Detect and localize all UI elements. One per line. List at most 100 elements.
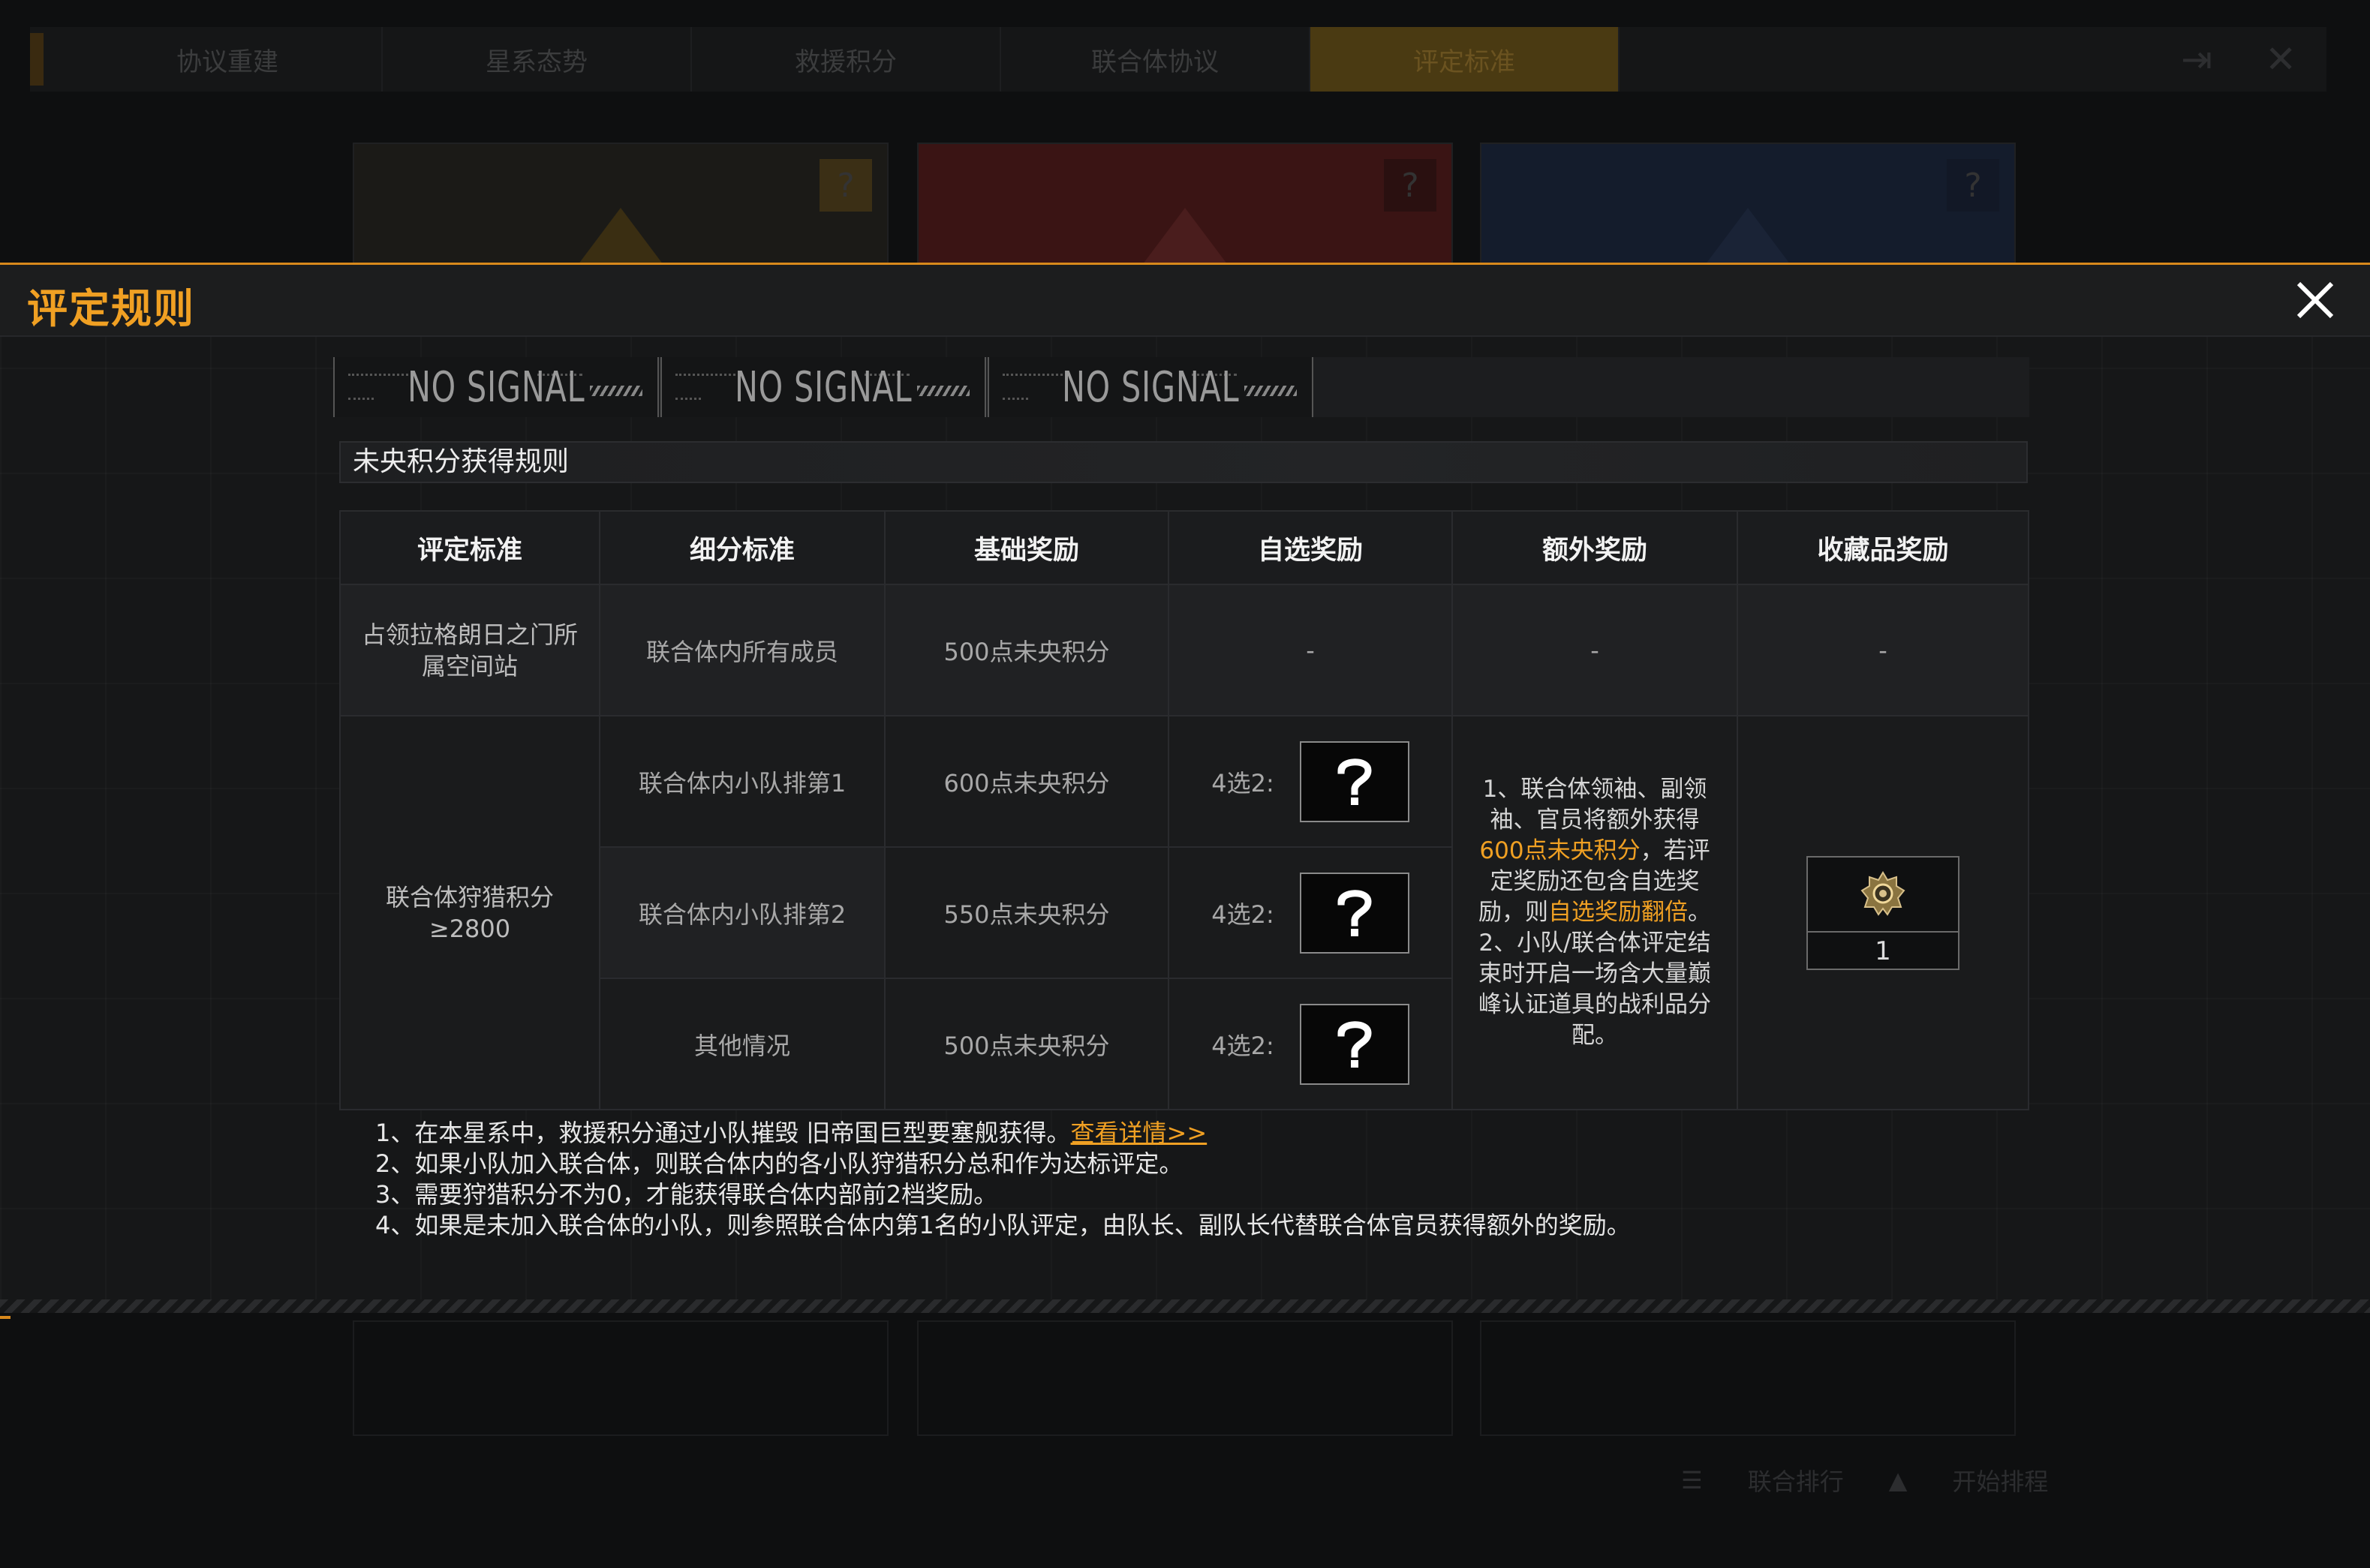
bg-card-2: ? [917,143,1453,269]
no-signal-label: NO SIGNAL [1061,362,1240,412]
extra-reward-text: 1、联合体领袖、副领袖、官员将额外获得600点未央积分，若评定奖励还包含自选奖励… [1453,774,1737,1051]
bg-close-icon: ✕ [2265,38,2296,81]
signal-decor [1003,398,1028,400]
base-reward-cell: 500点未央积分 [884,978,1169,1110]
question-mark-icon [1337,889,1372,936]
signal-stripes [917,386,970,396]
bg-card-emblem [576,208,666,268]
header-choice-reward: 自选奖励 [1168,510,1453,585]
video-slot-2: NO SIGNAL [660,357,986,417]
bg-bottom-item-1: 联合排行 [1747,1467,1844,1496]
bg-bottom-item-2: 开始排程 [1952,1467,2049,1496]
modal-bottom-accent [0,1316,11,1319]
extra-highlight: 600点未央积分 [1479,837,1641,864]
header-base-reward: 基础奖励 [884,510,1169,585]
choice-reward-cell: 4选2: [1168,715,1453,848]
signal-stripes [1244,386,1297,396]
no-signal-label: NO SIGNAL [407,362,585,412]
bg-tab-2: 星系态势 [383,27,692,92]
rules-notes: 1、在本星系中，救援积分通过小队摧毁 旧帝国巨型要塞舰获得。查看详情>> 2、如… [375,1118,1631,1241]
close-button[interactable] [2287,272,2343,328]
no-signal-label: NO SIGNAL [734,362,913,412]
signal-decor [348,374,408,379]
header-sub-criteria: 细分标准 [599,510,886,585]
sub-criteria-cell: 联合体内所有成员 [599,584,886,716]
criteria-cell: 占领拉格朗日之门所属空间站 [339,584,600,716]
extra-text-part: 。 [1688,899,1711,926]
table-header-row: 评定标准 细分标准 基础奖励 自选奖励 额外奖励 收藏品奖励 [339,510,2029,585]
exit-icon: ⇥ [2181,38,2213,81]
mystery-reward-slot[interactable] [1299,740,1409,822]
choice-label: 4选2: [1211,768,1274,798]
modal-bottom-border [0,1299,2370,1313]
close-icon [2296,281,2334,319]
bg-tab-5: 评定标准 [1310,27,1620,92]
warning-icon: ▲ [1888,1466,1908,1494]
sub-criteria-cell: 联合体内小队排第1 [599,715,886,848]
bg-tab-3: 救援积分 [692,27,1001,92]
note-line: 1、在本星系中，救援积分通过小队摧毁 旧帝国巨型要塞舰获得。查看详情>> [375,1118,1631,1149]
extra-reward-cell: 1、联合体领袖、副领袖、官员将额外获得600点未央积分，若评定奖励还包含自选奖励… [1451,715,1738,1110]
note-text: 1、在本星系中，救援积分通过小队摧毁 旧帝国巨型要塞舰获得。 [375,1119,1071,1147]
signal-decor [675,374,735,379]
bg-card-help-icon: ? [1947,159,1999,212]
extra-text-part: 1、联合体领袖、副领袖、官员将额外获得 [1482,776,1707,834]
bg-card-emblem [1140,208,1230,268]
section-title: 未央积分获得规则 [339,441,2028,483]
signal-decor [1003,374,1063,379]
extra-reward-cell: - [1451,584,1738,716]
mystery-reward-slot[interactable] [1299,872,1409,954]
bg-lower-card-1 [353,1320,889,1436]
sub-criteria-cell: 联合体内小队排第2 [599,846,886,979]
view-details-link[interactable]: 查看详情>> [1071,1119,1208,1147]
bg-tab-1: 协议重建 [74,27,383,92]
header-criteria: 评定标准 [339,510,600,585]
medal-icon [1860,870,1905,916]
collectible-item-slot[interactable]: 1 [1806,855,1959,970]
signal-stripes [590,386,642,396]
note-line: 2、如果小队加入联合体，则联合体内的各小队狩猎积分总和作为达标评定。 [375,1149,1183,1178]
bg-lower-card-2 [917,1320,1453,1436]
extra-highlight: 自选奖励翻倍 [1548,899,1688,926]
rules-modal: 评定规则 NO SIGNAL NO SIGNAL NO SIGNAL 未央积分获… [0,263,2370,1319]
modal-header: 评定规则 [0,265,2370,337]
header-collectible-reward: 收藏品奖励 [1737,510,2029,585]
bg-card-help-icon: ? [820,159,872,212]
base-reward-cell: 550点未央积分 [884,846,1169,979]
bg-tab-4: 联合体协议 [1001,27,1310,92]
video-slot-3: NO SIGNAL [988,357,1313,417]
modal-title: 评定规则 [27,285,195,332]
list-icon: ☰ [1681,1466,1703,1494]
choice-label: 4选2: [1211,1031,1274,1060]
note-line: 3、需要狩猎积分不为0，才能获得联合体内部前2档奖励。 [375,1180,998,1209]
choice-label: 4选2: [1211,900,1274,929]
bg-lower-card-3 [1480,1320,2016,1436]
question-mark-icon [1337,758,1372,805]
mystery-reward-slot[interactable] [1299,1003,1409,1085]
collectible-reward-cell: - [1737,584,2029,716]
collectible-reward-cell: 1 [1737,715,2029,1110]
choice-reward-cell: 4选2: [1168,846,1453,979]
choice-reward-cell: 4选2: [1168,978,1453,1110]
sub-criteria-cell: 其他情况 [599,978,886,1110]
bg-card-1: ? [353,143,889,269]
collectible-count: 1 [1875,936,1891,966]
tab-bar-accent [30,33,44,86]
table-row: 联合体狩猎积分≥2800 联合体内小队排第1 600点未央积分 4选2: 1、联… [339,715,2029,1110]
signal-decor [348,398,374,400]
note-line: 4、如果是未加入联合体的小队，则参照联合体内第1名的小队评定，由队长、副队长代替… [375,1211,1631,1239]
bg-card-emblem [1703,208,1793,268]
video-slot-1: NO SIGNAL [333,357,659,417]
rules-table: 评定标准 细分标准 基础奖励 自选奖励 额外奖励 收藏品奖励 占领拉格朗日之门所… [339,510,2029,1110]
bg-card-help-icon: ? [1384,159,1436,212]
signal-decor [675,398,701,400]
criteria-cell: 联合体狩猎积分≥2800 [339,715,600,1110]
table-row: 占领拉格朗日之门所属空间站 联合体内所有成员 500点未央积分 - - - [339,584,2029,716]
question-mark-icon [1337,1020,1372,1068]
base-reward-cell: 500点未央积分 [884,584,1169,716]
background-tab-bar: 协议重建 星系态势 救援积分 联合体协议 评定标准 ⇥ ✕ [30,27,2326,92]
bg-window-icons: ⇥ ✕ [2181,38,2326,81]
bg-card-3: ? [1480,143,2016,269]
base-reward-cell: 600点未央积分 [884,715,1169,848]
extra-text-part: 2、小队/联合体评定结束时开启一场含大量巅峰认证道具的战利品分配。 [1478,930,1711,1049]
